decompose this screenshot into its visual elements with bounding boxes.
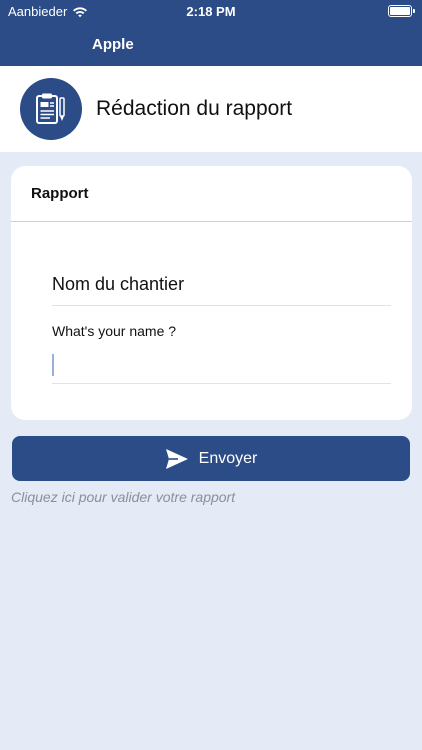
page-title: Rédaction du rapport xyxy=(96,97,293,120)
divider xyxy=(52,383,391,384)
status-bar: Aanbieder 2:18 PM xyxy=(0,0,422,22)
send-button[interactable]: Envoyer xyxy=(12,436,410,481)
send-icon xyxy=(165,448,188,469)
clock: 2:18 PM xyxy=(186,4,236,19)
clipboard-report-icon xyxy=(20,78,82,140)
nav-title: Apple xyxy=(92,36,134,53)
battery-icon xyxy=(388,5,415,17)
name-input[interactable] xyxy=(52,350,391,382)
divider xyxy=(52,305,391,306)
name-label: What's your name ? xyxy=(52,323,177,339)
top-bar: Aanbieder 2:18 PM Apple xyxy=(0,0,422,66)
text-caret xyxy=(52,354,54,376)
screen: Aanbieder 2:18 PM Apple Rédaction du rap… xyxy=(0,0,422,750)
report-card: Rapport Nom du chantier What's your name… xyxy=(11,166,412,420)
card-title: Rapport xyxy=(11,166,412,222)
site-name-field[interactable]: Nom du chantier xyxy=(52,274,184,295)
hint-text: Cliquez ici pour valider votre rapport xyxy=(11,489,236,505)
send-button-label: Envoyer xyxy=(198,449,258,467)
page-header: Rédaction du rapport xyxy=(0,66,422,152)
